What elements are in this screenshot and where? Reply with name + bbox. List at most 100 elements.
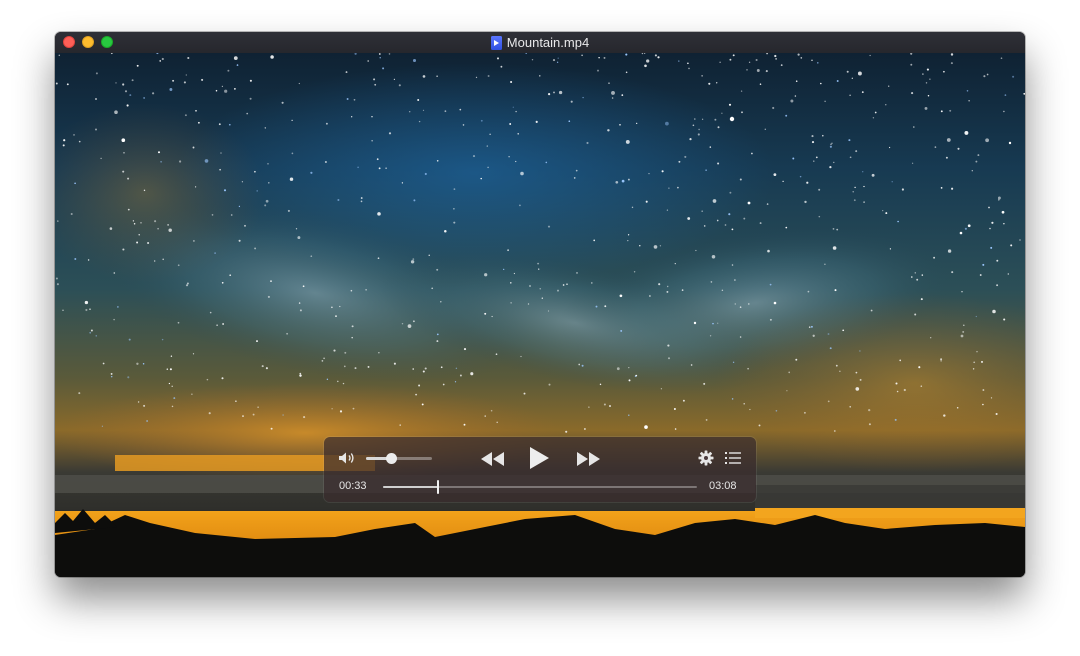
star	[539, 288, 541, 290]
star	[728, 103, 732, 106]
star	[171, 385, 173, 388]
star	[124, 90, 128, 93]
star	[996, 284, 999, 287]
star	[831, 142, 833, 144]
star	[270, 55, 274, 59]
star	[692, 124, 695, 127]
star	[78, 392, 81, 395]
star	[337, 380, 339, 383]
star	[920, 298, 923, 301]
star	[854, 186, 856, 189]
star	[874, 111, 877, 114]
star	[628, 367, 630, 369]
star	[444, 110, 447, 113]
star	[649, 295, 651, 297]
star	[344, 351, 347, 354]
star	[774, 54, 777, 58]
star	[810, 325, 813, 328]
star	[127, 376, 130, 379]
star	[975, 160, 978, 163]
star	[310, 255, 313, 258]
star	[588, 406, 590, 408]
star	[377, 212, 381, 216]
star	[712, 199, 717, 203]
play-icon[interactable]	[528, 446, 550, 470]
star	[872, 117, 875, 119]
star	[222, 323, 224, 325]
volume-knob[interactable]	[386, 453, 397, 464]
star	[147, 241, 150, 245]
star	[853, 199, 856, 202]
star	[950, 62, 953, 65]
star	[500, 65, 503, 68]
list-icon[interactable]	[725, 451, 741, 465]
star	[755, 58, 758, 62]
star	[122, 248, 125, 251]
star	[804, 200, 807, 204]
star	[128, 338, 131, 341]
star	[244, 224, 246, 227]
star	[463, 423, 466, 426]
star	[241, 181, 244, 183]
star	[177, 264, 180, 267]
playback-controls[interactable]: 00:33 03:08	[324, 437, 756, 502]
star	[412, 258, 415, 260]
star	[625, 139, 630, 144]
title-bar[interactable]: Mountain.mp4	[55, 32, 1025, 53]
star	[214, 252, 216, 254]
star	[661, 170, 664, 173]
star	[834, 289, 837, 292]
star	[520, 171, 524, 176]
star	[376, 158, 379, 161]
star	[947, 249, 952, 253]
star	[113, 318, 115, 321]
fast-forward-icon[interactable]	[575, 451, 601, 467]
star	[628, 379, 631, 382]
star	[786, 390, 788, 392]
star	[421, 403, 424, 406]
speaker-icon[interactable]	[338, 451, 356, 465]
star	[748, 61, 751, 63]
star	[138, 234, 140, 236]
star	[221, 377, 224, 380]
star	[851, 77, 853, 79]
star	[537, 262, 540, 265]
star	[436, 333, 439, 336]
star	[84, 300, 89, 305]
star	[557, 57, 559, 59]
star	[988, 206, 990, 209]
star	[950, 53, 954, 56]
star	[331, 408, 333, 410]
playhead[interactable]	[436, 480, 439, 494]
star	[220, 152, 222, 154]
star	[303, 416, 306, 419]
star	[598, 56, 600, 59]
star	[703, 382, 706, 385]
star	[519, 204, 521, 207]
star	[748, 303, 750, 305]
star	[593, 239, 596, 242]
star	[393, 362, 396, 365]
star	[636, 122, 638, 125]
star	[541, 297, 543, 299]
star	[161, 57, 164, 61]
star	[415, 393, 418, 396]
star	[729, 191, 732, 194]
bright-star	[747, 201, 751, 205]
star	[496, 57, 500, 60]
star	[862, 171, 864, 173]
star	[298, 82, 300, 85]
star	[582, 96, 584, 99]
star	[897, 220, 899, 223]
star	[281, 101, 284, 104]
star	[992, 309, 996, 314]
star	[747, 367, 749, 370]
gear-icon[interactable]	[698, 450, 714, 466]
star	[267, 163, 269, 165]
rewind-icon[interactable]	[480, 451, 506, 467]
star	[687, 62, 689, 65]
star	[378, 167, 381, 170]
star	[229, 274, 232, 277]
star	[943, 70, 945, 73]
star	[926, 68, 929, 71]
